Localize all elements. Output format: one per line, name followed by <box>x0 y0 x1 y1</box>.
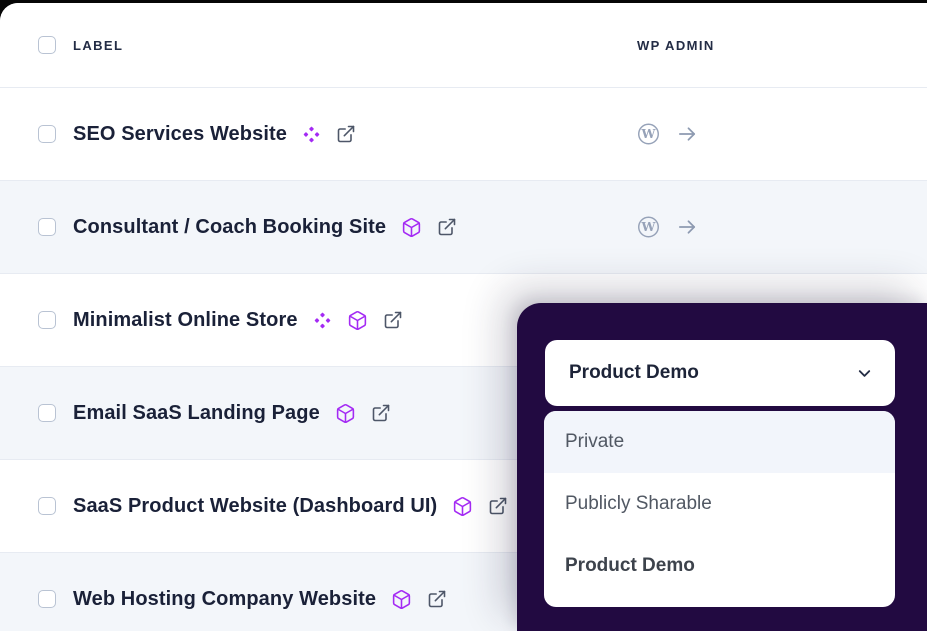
site-label: Email SaaS Landing Page <box>73 402 320 425</box>
visibility-select-value: Product Demo <box>569 362 699 384</box>
site-label: SaaS Product Website (Dashboard UI) <box>73 495 437 518</box>
external-link-icon[interactable] <box>427 589 447 609</box>
diamonds-icon <box>313 311 332 330</box>
wp-admin-cell: W <box>637 123 699 146</box>
svg-text:W: W <box>641 219 657 234</box>
wordpress-icon[interactable]: W <box>637 216 660 239</box>
row-checkbox[interactable] <box>38 218 56 236</box>
external-link-icon[interactable] <box>383 310 403 330</box>
site-badges <box>401 217 457 238</box>
chevron-down-icon <box>856 365 873 382</box>
site-label: Consultant / Coach Booking Site <box>73 216 386 239</box>
arrow-right-icon[interactable] <box>676 216 699 239</box>
svg-text:W: W <box>641 126 657 141</box>
cube-icon <box>401 217 422 238</box>
menu-option-product-demo[interactable]: Product Demo <box>544 535 895 597</box>
site-badges <box>391 589 447 610</box>
table-row: SEO Services Website W <box>0 88 927 181</box>
cube-icon <box>452 496 473 517</box>
cube-icon <box>335 403 356 424</box>
table-header: LABEL WP ADMIN <box>0 3 927 88</box>
row-checkbox[interactable] <box>38 590 56 608</box>
visibility-options-menu: Private Publicly Sharable Product Demo <box>544 411 895 607</box>
arrow-right-icon[interactable] <box>676 123 699 146</box>
select-all-checkbox[interactable] <box>38 36 56 54</box>
diamonds-icon <box>302 125 321 144</box>
menu-option-private[interactable]: Private <box>544 411 895 473</box>
row-checkbox[interactable] <box>38 497 56 515</box>
cube-icon <box>391 589 412 610</box>
table-row: Consultant / Coach Booking Site W <box>0 181 927 274</box>
menu-option-publicly-sharable[interactable]: Publicly Sharable <box>544 473 895 535</box>
external-link-icon[interactable] <box>371 403 391 423</box>
row-checkbox[interactable] <box>38 404 56 422</box>
row-checkbox[interactable] <box>38 125 56 143</box>
cube-icon <box>347 310 368 331</box>
site-badges <box>335 403 391 424</box>
column-header-label: LABEL <box>73 38 123 53</box>
external-link-icon[interactable] <box>488 496 508 516</box>
site-badges <box>302 124 356 144</box>
external-link-icon[interactable] <box>336 124 356 144</box>
wordpress-icon[interactable]: W <box>637 123 660 146</box>
external-link-icon[interactable] <box>437 217 457 237</box>
site-label: SEO Services Website <box>73 123 287 146</box>
site-label: Web Hosting Company Website <box>73 588 376 611</box>
site-label: Minimalist Online Store <box>73 309 298 332</box>
wp-admin-cell: W <box>637 216 699 239</box>
column-header-wp-admin: WP ADMIN <box>637 38 715 53</box>
site-badges <box>313 310 403 331</box>
visibility-dropdown-panel: Product Demo Private Publicly Sharable P… <box>517 303 927 631</box>
site-badges <box>452 496 508 517</box>
row-checkbox[interactable] <box>38 311 56 329</box>
visibility-select[interactable]: Product Demo <box>545 340 895 406</box>
